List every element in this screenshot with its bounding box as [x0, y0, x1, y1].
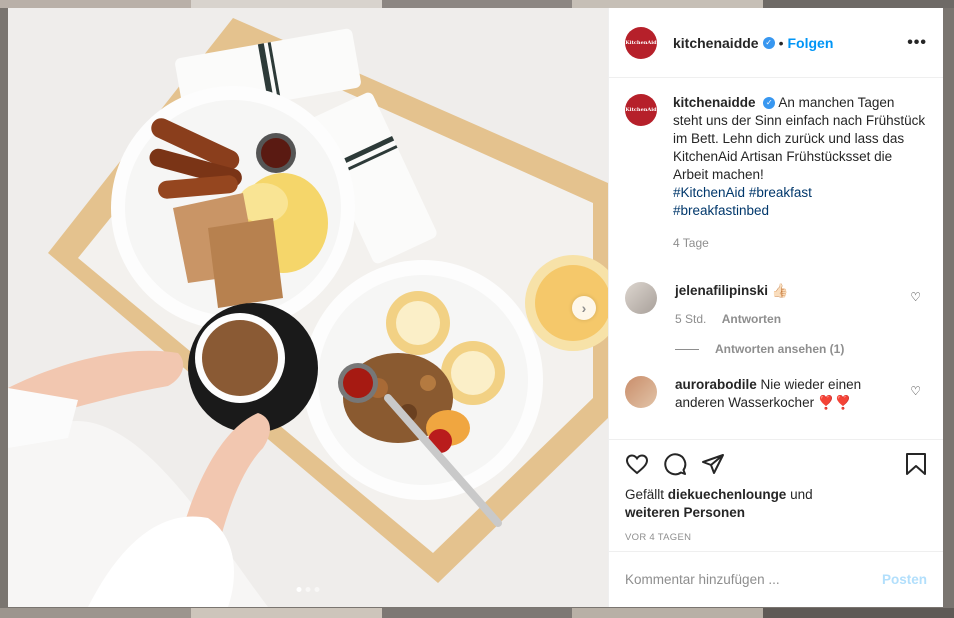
caption-text-block: kitchenaidde ✓ An manchen Tagen steht un… — [673, 94, 927, 220]
post-sidebar: KitchenAid kitchenaidde ✓ • Folgen ••• K… — [608, 8, 943, 607]
heart-icon[interactable]: ♡ — [910, 290, 921, 304]
more-icon[interactable]: ••• — [907, 34, 927, 52]
action-bar: Gefällt diekuechenlounge und weiteren Pe… — [609, 439, 943, 551]
likes-text: Gefällt diekuechenlounge und weiteren Pe… — [625, 486, 927, 522]
add-comment-bar: Posten — [609, 551, 943, 607]
share-icon[interactable] — [701, 452, 725, 476]
comment-body: aurorabodile Nie wieder einen anderen Wa… — [675, 376, 927, 412]
chevron-right-icon: › — [581, 300, 587, 316]
view-replies-button[interactable]: Antworten ansehen (1) — [675, 342, 927, 356]
verified-icon: ✓ — [763, 97, 776, 110]
comments-section: KitchenAid kitchenaidde ✓ An manchen Tag… — [609, 78, 943, 439]
reply-button[interactable]: Antworten — [722, 312, 781, 326]
comment-input[interactable] — [625, 572, 882, 587]
carousel-dot-3 — [314, 587, 320, 592]
caption: KitchenAid kitchenaidde ✓ An manchen Tag… — [625, 94, 927, 250]
commenter-avatar[interactable] — [625, 376, 657, 408]
carousel-dot-2 — [305, 587, 311, 592]
comment-username[interactable]: aurorabodile — [675, 377, 757, 392]
action-icons — [625, 448, 927, 480]
heart-icon[interactable] — [625, 452, 649, 476]
likes-others[interactable]: weiteren Personen — [625, 505, 745, 520]
breakfast-tray-image — [8, 8, 608, 607]
comment-body: jelenafilipinski 👍🏻 — [675, 282, 819, 300]
replies-line — [675, 348, 699, 350]
commenter-avatar[interactable] — [625, 282, 657, 314]
likes-user[interactable]: diekuechenlounge — [668, 487, 787, 502]
author-username[interactable]: kitchenaidde — [673, 35, 759, 51]
view-replies-label: Antworten ansehen (1) — [715, 342, 845, 356]
carousel-indicator — [296, 587, 320, 592]
heart-icon[interactable]: ♡ — [910, 384, 921, 398]
caption-avatar[interactable]: KitchenAid — [625, 94, 657, 126]
post-comment-button[interactable]: Posten — [882, 572, 927, 587]
hashtag-link[interactable]: #KitchenAid — [673, 185, 745, 200]
comment-text: 👍🏻 — [771, 283, 789, 298]
likes-conjunction: und — [790, 487, 813, 502]
background-strip-bottom — [0, 608, 954, 618]
hashtag-link[interactable]: #breakfastinbed — [673, 203, 769, 218]
kitchenaid-logo: KitchenAid — [625, 39, 657, 46]
follow-separator: • — [778, 34, 784, 51]
bookmark-icon[interactable] — [905, 452, 927, 476]
background-strip-top — [0, 0, 954, 8]
kitchenaid-logo: KitchenAid — [625, 107, 657, 113]
comment-meta: 5 Std. Antworten — [675, 312, 819, 326]
post-photo[interactable]: › — [8, 8, 608, 607]
comment-item: aurorabodile Nie wieder einen anderen Wa… — [625, 376, 927, 412]
comment-username[interactable]: jelenafilipinski — [675, 283, 768, 298]
carousel-next-button[interactable]: › — [572, 296, 596, 320]
comment-icon[interactable] — [663, 452, 687, 476]
follow-button[interactable]: Folgen — [788, 35, 834, 51]
verified-icon: ✓ — [762, 36, 775, 49]
likes-prefix: Gefällt — [625, 487, 665, 502]
carousel-dot-1 — [296, 587, 302, 592]
comment-item: jelenafilipinski 👍🏻 5 Std. Antworten ♡ — [625, 282, 927, 326]
hashtag-link[interactable]: #breakfast — [749, 185, 812, 200]
comment-time[interactable]: 5 Std. — [675, 312, 706, 326]
post-modal: › KitchenAid kitchenaidde ✓ • Folgen •••… — [8, 8, 943, 607]
post-header: KitchenAid kitchenaidde ✓ • Folgen ••• — [609, 8, 943, 78]
caption-username[interactable]: kitchenaidde — [673, 95, 756, 110]
post-date[interactable]: VOR 4 TAGEN — [625, 532, 927, 543]
author-avatar[interactable]: KitchenAid — [625, 26, 657, 59]
caption-age[interactable]: 4 Tage — [673, 236, 927, 250]
